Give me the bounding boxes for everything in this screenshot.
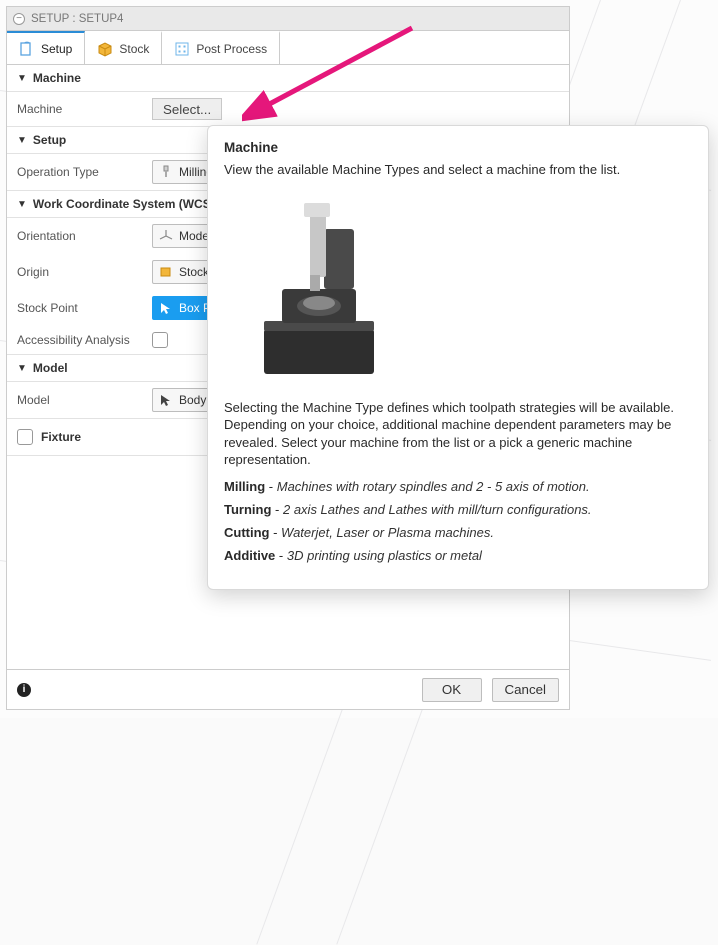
info-icon[interactable]: i (17, 683, 31, 697)
dropdown-value: Body (179, 393, 206, 407)
chevron-down-icon: ▼ (17, 363, 27, 374)
section-title: Setup (33, 133, 66, 147)
section-title: Work Coordinate System (WCS) (33, 197, 215, 211)
tooltip-def: Additive - 3D printing using plastics or… (224, 548, 692, 563)
tooltip-def: Milling - Machines with rotary spindles … (224, 479, 692, 494)
tooltip-intro: View the available Machine Types and sel… (224, 161, 692, 179)
model-selector[interactable]: Body (152, 388, 213, 412)
machine-select-button[interactable]: Select... (152, 98, 222, 120)
section-title: Machine (33, 71, 81, 85)
machine-illustration (234, 189, 414, 389)
cancel-button[interactable]: Cancel (492, 678, 560, 702)
tab-post-process[interactable]: Post Process (162, 31, 280, 64)
fixture-checkbox[interactable] (17, 429, 33, 445)
field-label: Stock Point (17, 301, 152, 315)
dialog-title: SETUP : SETUP4 (31, 13, 123, 25)
chevron-down-icon: ▼ (17, 135, 27, 146)
tab-setup[interactable]: Setup (7, 31, 85, 64)
collapse-icon[interactable]: − (13, 13, 25, 25)
field-label: Origin (17, 265, 152, 279)
post-tab-icon (174, 41, 190, 57)
chevron-down-icon: ▼ (17, 73, 27, 84)
field-label: Orientation (17, 229, 152, 243)
tooltip-title: Machine (224, 140, 692, 155)
row-machine: Machine Select... (7, 92, 569, 126)
stock-box-icon (159, 265, 173, 279)
dialog-titlebar: − SETUP : SETUP4 (7, 7, 569, 31)
section-title: Model (33, 361, 68, 375)
milling-icon (159, 165, 173, 179)
tab-label: Stock (119, 42, 149, 56)
dropdown-value: Stock (179, 265, 209, 279)
chevron-down-icon: ▼ (17, 199, 27, 210)
ok-button[interactable]: OK (422, 678, 482, 702)
fixture-label: Fixture (41, 430, 81, 444)
field-label: Accessibility Analysis (17, 333, 152, 347)
machine-tooltip: Machine View the available Machine Types… (207, 125, 709, 590)
tab-label: Post Process (196, 42, 267, 56)
section-header-machine[interactable]: ▼ Machine (7, 65, 569, 92)
tab-label: Setup (41, 42, 72, 56)
axes-icon (159, 229, 173, 243)
accessibility-checkbox[interactable] (152, 332, 168, 348)
cursor-icon (159, 301, 173, 315)
field-label: Machine (17, 102, 152, 116)
cursor-icon (159, 393, 173, 407)
tooltip-body: Selecting the Machine Type defines which… (224, 399, 692, 469)
setup-tab-icon (19, 41, 35, 57)
dialog-tabs: Setup Stock Post Process (7, 31, 569, 65)
tooltip-def: Turning - 2 axis Lathes and Lathes with … (224, 502, 692, 517)
stock-tab-icon (97, 41, 113, 57)
field-label: Model (17, 393, 152, 407)
field-label: Operation Type (17, 165, 152, 179)
tab-stock[interactable]: Stock (85, 31, 162, 64)
tooltip-def: Cutting - Waterjet, Laser or Plasma mach… (224, 525, 692, 540)
dialog-footer: i OK Cancel (7, 669, 569, 709)
